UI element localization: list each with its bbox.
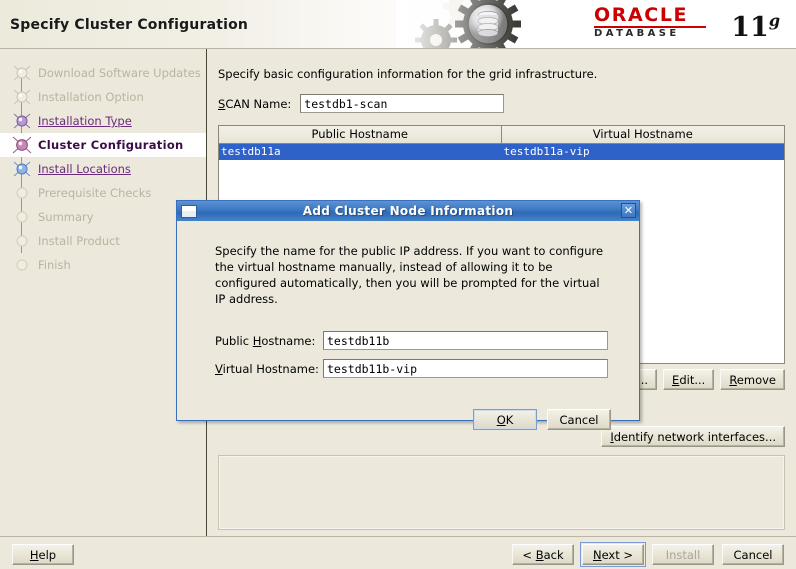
sidebar-item-label: Cluster Configuration bbox=[38, 138, 184, 152]
oracle-logo: ORACLE DATABASE 11g bbox=[594, 4, 784, 43]
cancel-dialog-button[interactable]: Cancel bbox=[547, 409, 611, 430]
page-title: Specify Cluster Configuration bbox=[10, 17, 249, 33]
table-row[interactable]: testdb11a testdb11a-vip bbox=[219, 144, 784, 160]
step-node-icon bbox=[12, 159, 32, 179]
next-button[interactable]: Next > bbox=[580, 542, 646, 567]
column-header-virtual-hostname[interactable]: Virtual Hostname bbox=[501, 126, 784, 143]
sidebar-item-label: Summary bbox=[38, 210, 94, 224]
sidebar-item-installation-option[interactable]: Installation Option bbox=[0, 85, 207, 109]
install-button[interactable]: Install bbox=[652, 544, 714, 565]
header-banner: Specify Cluster Configuration ORACLE DAT… bbox=[0, 0, 796, 49]
sidebar-item-label: Install Locations bbox=[38, 162, 131, 176]
step-node-icon bbox=[12, 111, 32, 131]
scan-name-row: SCAN Name: bbox=[218, 94, 505, 113]
virtual-hostname-label: Virtual Hostname: bbox=[215, 361, 319, 376]
oracle-version-number: 11 bbox=[731, 12, 769, 43]
scan-name-input[interactable] bbox=[300, 94, 505, 113]
oracle-product-label: DATABASE bbox=[594, 28, 680, 39]
step-node-icon bbox=[12, 63, 32, 83]
details-panel bbox=[218, 455, 785, 530]
step-node-icon bbox=[12, 255, 32, 275]
oracle-version-suffix: g bbox=[768, 11, 780, 30]
edit-node-button[interactable]: Edit... bbox=[663, 369, 715, 390]
dialog-body: Specify the name for the public IP addre… bbox=[177, 221, 639, 430]
sidebar-item-label: Installation Option bbox=[38, 90, 144, 104]
sidebar-item-download-software-updates[interactable]: Download Software Updates bbox=[0, 61, 207, 85]
sidebar-item-cluster-configuration[interactable]: Cluster Configuration bbox=[0, 133, 207, 157]
remove-node-button[interactable]: Remove bbox=[720, 369, 785, 390]
table-header-row: Public Hostname Virtual Hostname bbox=[219, 126, 784, 144]
intro-text: Specify basic configuration information … bbox=[218, 67, 598, 81]
installer-window: Specify Cluster Configuration ORACLE DAT… bbox=[0, 0, 796, 569]
column-header-public-hostname[interactable]: Public Hostname bbox=[219, 126, 502, 143]
sidebar-item-label: Download Software Updates bbox=[38, 66, 201, 80]
step-node-icon bbox=[12, 87, 32, 107]
identify-network-interfaces-button[interactable]: Identify network interfaces... bbox=[601, 426, 785, 447]
cell-virtual-hostname: testdb11a-vip bbox=[503, 145, 590, 158]
dialog-titlebar[interactable]: Add Cluster Node Information ✕ bbox=[177, 201, 639, 221]
sidebar-item-label: Install Product bbox=[38, 234, 120, 248]
virtual-hostname-input[interactable] bbox=[323, 359, 608, 378]
public-hostname-row: Public Hostname: bbox=[215, 331, 608, 350]
cell-public-hostname: testdb11a bbox=[221, 145, 281, 158]
public-hostname-label: Public Hostname: bbox=[215, 333, 316, 348]
add-cluster-node-dialog: Add Cluster Node Information ✕ Specify t… bbox=[176, 200, 640, 430]
scan-name-label: SCAN Name: bbox=[218, 96, 292, 111]
step-node-icon-current bbox=[12, 135, 32, 155]
step-node-icon bbox=[12, 183, 32, 203]
cancel-button[interactable]: Cancel bbox=[722, 544, 784, 565]
sidebar-item-install-locations[interactable]: Install Locations bbox=[0, 157, 207, 181]
close-icon[interactable]: ✕ bbox=[621, 203, 636, 218]
navigation-buttons: < Back Next > Install Cancel bbox=[512, 542, 784, 567]
oracle-version: 11g bbox=[731, 6, 780, 43]
sidebar-item-installation-type[interactable]: Installation Type bbox=[0, 109, 207, 133]
ok-button[interactable]: OK bbox=[473, 409, 537, 430]
sidebar-item-label: Finish bbox=[38, 258, 71, 272]
public-hostname-input[interactable] bbox=[323, 331, 608, 350]
wizard-button-bar: Help < Back Next > Install Cancel bbox=[0, 536, 796, 569]
virtual-hostname-row: Virtual Hostname: bbox=[215, 359, 608, 378]
help-button[interactable]: Help bbox=[12, 544, 74, 565]
step-node-icon bbox=[12, 207, 32, 227]
sidebar-item-label: Prerequisite Checks bbox=[38, 186, 152, 200]
back-button[interactable]: < Back bbox=[512, 544, 574, 565]
dialog-button-bar: OK Cancel bbox=[473, 409, 611, 430]
oracle-wordmark: ORACLE bbox=[594, 4, 689, 26]
sidebar-item-label: Installation Type bbox=[38, 114, 132, 128]
step-node-icon bbox=[12, 231, 32, 251]
dialog-description: Specify the name for the public IP addre… bbox=[215, 244, 604, 306]
dialog-title: Add Cluster Node Information bbox=[302, 204, 514, 218]
